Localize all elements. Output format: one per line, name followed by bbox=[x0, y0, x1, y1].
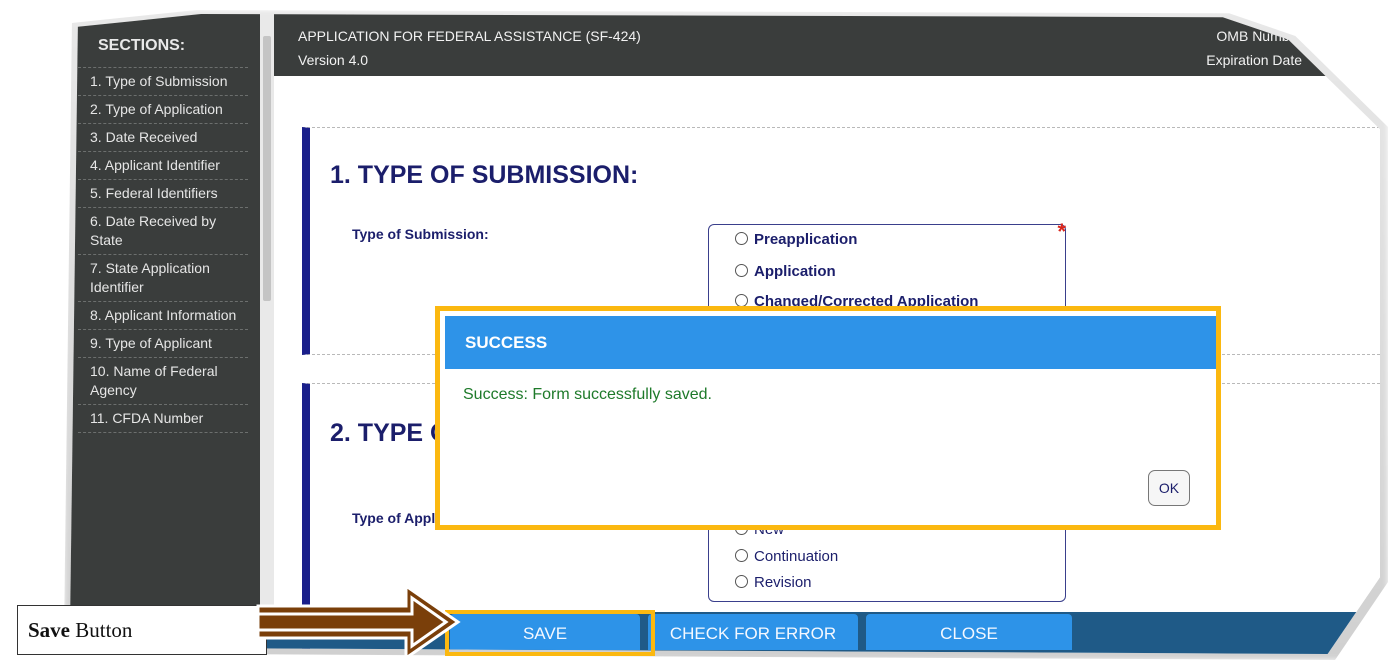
radio-circle-icon bbox=[735, 264, 748, 277]
radio-circle-icon bbox=[735, 232, 748, 245]
sidebar-scroll-thumb[interactable] bbox=[263, 36, 271, 301]
radio-label: Application bbox=[754, 263, 836, 280]
form-header: APPLICATION FOR FEDERAL ASSISTANCE (SF-4… bbox=[274, 14, 1380, 76]
form-version: Version 4.0 bbox=[298, 52, 369, 68]
dialog-title: SUCCESS bbox=[465, 333, 548, 352]
sidebar-item-name-of-federal-agency[interactable]: 10. Name of Federal Agency bbox=[78, 358, 248, 405]
ok-button[interactable]: OK bbox=[1148, 470, 1190, 506]
arrow-icon bbox=[256, 583, 461, 661]
sidebar-item-applicant-identifier[interactable]: 4. Applicant Identifier bbox=[78, 152, 248, 180]
close-button[interactable]: CLOSE bbox=[866, 614, 1072, 650]
sidebar-item-type-of-applicant[interactable]: 9. Type of Applicant bbox=[78, 330, 248, 358]
radio-revision[interactable]: Revision bbox=[735, 574, 812, 591]
check-for-error-button[interactable]: CHECK FOR ERROR bbox=[648, 614, 858, 650]
sidebar-item-applicant-information[interactable]: 8. Applicant Information bbox=[78, 302, 248, 330]
sidebar-item-type-of-submission[interactable]: 1. Type of Submission bbox=[78, 68, 248, 96]
radio-application[interactable]: Application bbox=[735, 263, 836, 280]
radio-circle-icon bbox=[735, 549, 748, 562]
sidebar-item-state-application-identifier[interactable]: 7. State Application Identifier bbox=[78, 255, 248, 302]
save-button[interactable]: SAVE bbox=[450, 614, 640, 650]
annotation-bold-text: Save bbox=[28, 618, 70, 642]
required-icon: * bbox=[1057, 219, 1066, 244]
sections-sidebar: SECTIONS: 1. Type of Submission 2. Type … bbox=[70, 14, 260, 654]
sidebar-item-date-received[interactable]: 3. Date Received bbox=[78, 124, 248, 152]
dialog-message: Success: Form successfully saved. bbox=[463, 386, 712, 403]
sidebar-item-cfda-number[interactable]: 11. CFDA Number bbox=[78, 405, 248, 433]
radio-circle-icon bbox=[735, 575, 748, 588]
form-title: APPLICATION FOR FEDERAL ASSISTANCE (SF-4… bbox=[298, 28, 641, 44]
radio-preapplication[interactable]: Preapplication bbox=[735, 231, 857, 248]
sidebar-item-date-received-by-state[interactable]: 6. Date Received by State bbox=[78, 208, 248, 255]
annotation-text: Button bbox=[70, 618, 133, 642]
radio-continuation[interactable]: Continuation bbox=[735, 548, 838, 565]
radio-label: Preapplication bbox=[754, 231, 858, 248]
radio-label: Continuation bbox=[754, 548, 839, 565]
dialog-header: SUCCESS bbox=[445, 316, 1216, 369]
sidebar-item-federal-identifiers[interactable]: 5. Federal Identifiers bbox=[78, 180, 248, 208]
section-heading: 1. TYPE OF SUBMISSION: bbox=[330, 161, 639, 189]
expiration-date-label: Expiration Date bbox=[1206, 52, 1302, 68]
annotation-label: Save Button bbox=[17, 605, 267, 655]
radio-label: Revision bbox=[754, 574, 812, 591]
field-label: Type of Submission: bbox=[352, 226, 489, 242]
sidebar-item-type-of-application[interactable]: 2. Type of Application bbox=[78, 96, 248, 124]
